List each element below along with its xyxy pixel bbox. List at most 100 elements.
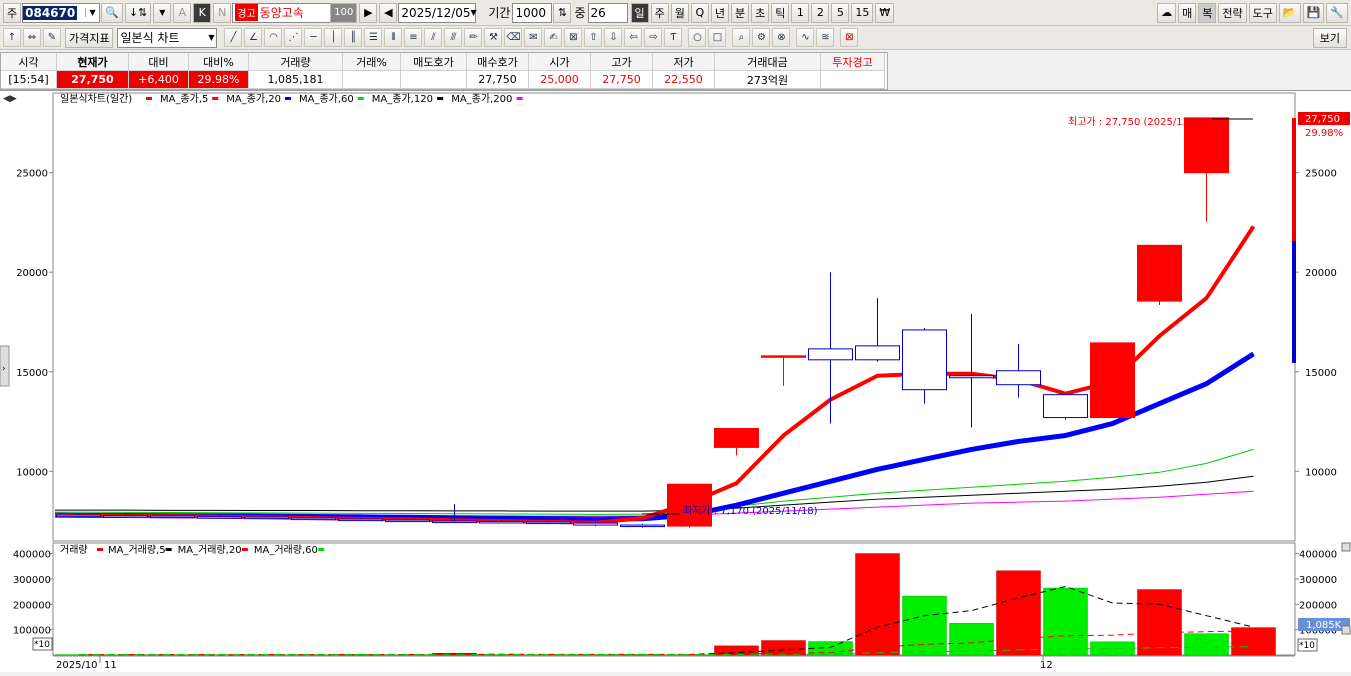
quote-change: +6,400 bbox=[129, 71, 189, 89]
parallel-icon[interactable]: ⫽ bbox=[424, 28, 443, 47]
scale-tag-left: *10 bbox=[34, 640, 50, 650]
right-arrow-icon[interactable]: ⇨ bbox=[644, 28, 663, 47]
fan-icon[interactable]: ⋰ bbox=[284, 28, 303, 47]
view-button[interactable]: 보기 bbox=[1312, 27, 1347, 48]
circle-icon[interactable]: ○ bbox=[688, 28, 707, 47]
buy-button[interactable]: 매 bbox=[1178, 2, 1197, 23]
chart-canvas[interactable]: ◀▶ › 일본식차트(일간) MA_종가,5 MA_종가,20 MA_종가,60 MA… bbox=[0, 91, 1351, 673]
calendar-dropdown-icon[interactable]: ▼ bbox=[471, 8, 477, 17]
price-legend-item: MA_종가,120 bbox=[372, 93, 433, 105]
font-a-icon[interactable]: A bbox=[173, 2, 192, 23]
collapse-arrows-icon[interactable]: ◀▶ bbox=[3, 94, 17, 104]
grid-h-icon[interactable]: ☰ bbox=[364, 28, 383, 47]
memo-icon[interactable]: ✍ bbox=[544, 28, 563, 47]
delete-drawing-icon[interactable]: ⊠ bbox=[840, 28, 859, 47]
legend-swatch bbox=[285, 97, 291, 100]
interval-second[interactable]: 초 bbox=[751, 2, 770, 23]
quote-header: 거래% bbox=[343, 53, 401, 71]
trendline-icon[interactable]: ╱ bbox=[224, 28, 243, 47]
channel-icon[interactable]: ⫴ bbox=[384, 28, 403, 47]
vline-icon[interactable]: │ bbox=[324, 28, 343, 47]
grid-v-icon[interactable]: ║ bbox=[344, 28, 363, 47]
play-next-icon[interactable]: ▶ bbox=[359, 2, 378, 23]
sort-icon[interactable]: ↓⇅ bbox=[124, 2, 152, 23]
strategy-button[interactable]: 전략 bbox=[1218, 2, 1247, 23]
parallel2-icon[interactable]: ⫻ bbox=[444, 28, 463, 47]
volume-bar bbox=[902, 595, 947, 656]
up-arrow-icon[interactable]: ⇧ bbox=[584, 28, 603, 47]
tool-icon[interactable]: ⚒ bbox=[484, 28, 503, 47]
eraser-icon[interactable]: ⌫ bbox=[504, 28, 523, 47]
arrows-lr-icon[interactable]: ⇔ bbox=[23, 28, 41, 47]
edit-icon[interactable]: ✎ bbox=[43, 28, 61, 47]
interval-month[interactable]: 월 bbox=[670, 2, 689, 23]
x-label-dec: 12 bbox=[1040, 660, 1053, 671]
box-icon[interactable]: ⊠ bbox=[564, 28, 583, 47]
code-dropdown-icon[interactable]: ▼ bbox=[85, 8, 99, 17]
arc-icon[interactable]: ◠ bbox=[264, 28, 283, 47]
volume-y-label-right: 400000 bbox=[1299, 550, 1337, 561]
interval-day[interactable]: 일 bbox=[630, 2, 649, 23]
fib-icon[interactable]: ≡ bbox=[404, 28, 423, 47]
market-select[interactable]: 주 bbox=[3, 2, 22, 23]
pencil-icon[interactable]: ✏ bbox=[464, 28, 483, 47]
wrench-icon[interactable]: 🔧 bbox=[1326, 2, 1348, 23]
legend-swatch bbox=[146, 97, 152, 100]
search-icon[interactable]: 🔍 bbox=[101, 2, 123, 23]
period-input[interactable]: 1000 bbox=[512, 2, 553, 23]
interval-minute[interactable]: 분 bbox=[731, 2, 750, 23]
play-prev-icon[interactable]: ◀ bbox=[379, 2, 398, 23]
stock-code-input[interactable]: 084670 ▼ bbox=[22, 2, 101, 23]
folder-icon[interactable]: 📂 bbox=[1278, 2, 1301, 23]
multi-button[interactable]: 복 bbox=[1198, 2, 1217, 23]
indicator-button[interactable]: 가격지표 bbox=[65, 27, 114, 48]
quote-open: 25,000 bbox=[529, 71, 591, 89]
interval-year[interactable]: 년 bbox=[710, 2, 729, 23]
interval-2[interactable]: 2 bbox=[811, 2, 830, 23]
quote-volume: 1,085,181 bbox=[249, 71, 343, 89]
arrow-up-icon[interactable]: ↑ bbox=[3, 28, 21, 47]
interval-week[interactable]: 주 bbox=[650, 2, 669, 23]
date-input[interactable]: 2025/12/05 ▼ bbox=[398, 2, 477, 23]
down-arrow-icon[interactable]: ⇩ bbox=[604, 28, 623, 47]
chart-type-dropdown-icon[interactable]: ▼ bbox=[208, 33, 214, 42]
wave-icon[interactable]: ∿ bbox=[796, 28, 815, 47]
currency-button[interactable]: ₩ bbox=[875, 2, 895, 23]
n-button[interactable]: N bbox=[213, 2, 232, 23]
expand-handle[interactable] bbox=[1341, 542, 1351, 552]
candle-body bbox=[761, 355, 806, 358]
hline-icon[interactable]: ─ bbox=[304, 28, 323, 47]
text-icon[interactable]: Ƭ bbox=[664, 28, 683, 47]
left-arrow-icon[interactable]: ⇦ bbox=[624, 28, 643, 47]
zoom-level[interactable]: 100 bbox=[330, 2, 358, 23]
interval-15[interactable]: 15 bbox=[851, 2, 874, 23]
interval-quarter[interactable]: Q bbox=[690, 2, 709, 23]
magnet-icon[interactable]: ⊗ bbox=[772, 28, 791, 47]
save-icon[interactable]: 💾 bbox=[1302, 2, 1325, 23]
price-y-label-left: 10000 bbox=[16, 467, 48, 478]
tools-button[interactable]: 도구 bbox=[1248, 2, 1277, 23]
quote-value-row: [15:54] 27,750 +6,400 29.98% 1,085,181 2… bbox=[1, 71, 887, 89]
interval-tick[interactable]: 틱 bbox=[771, 2, 790, 23]
dropdown-icon[interactable]: ▼ bbox=[153, 2, 172, 23]
count-input[interactable]: 26 bbox=[587, 2, 628, 23]
chart-type-select[interactable]: 일본식 차트 ▼ bbox=[117, 27, 218, 48]
angle-icon[interactable]: ∠ bbox=[244, 28, 263, 47]
note-icon[interactable]: ✉ bbox=[524, 28, 543, 47]
main-toolbar: 주 084670 ▼ 🔍 ↓⇅ ▼ A K N 경고 동양고속 100 ▶ ◀ … bbox=[0, 0, 1351, 26]
spin-icon[interactable]: ⇅ bbox=[553, 2, 572, 23]
rect-icon[interactable]: □ bbox=[708, 28, 727, 47]
settings-icon[interactable]: ⚙ bbox=[752, 28, 771, 47]
cloud-icon[interactable]: ☁ bbox=[1157, 2, 1177, 23]
candle-body bbox=[432, 520, 477, 524]
x-label-start: 2025/10 bbox=[56, 660, 98, 671]
zoom-icon[interactable]: ⌕ bbox=[732, 28, 751, 47]
expand-handle-bottom[interactable] bbox=[1341, 625, 1351, 635]
interval-5[interactable]: 5 bbox=[831, 2, 850, 23]
wave2-icon[interactable]: ≋ bbox=[816, 28, 835, 47]
chart-area[interactable]: ◀▶ › 일본식차트(일간) MA_종가,5 MA_종가,20 MA_종가,60 MA… bbox=[0, 90, 1351, 672]
interval-1[interactable]: 1 bbox=[791, 2, 810, 23]
candle-body bbox=[620, 524, 665, 528]
price-y-label-left: 15000 bbox=[16, 368, 48, 379]
k-button[interactable]: K bbox=[193, 2, 212, 23]
